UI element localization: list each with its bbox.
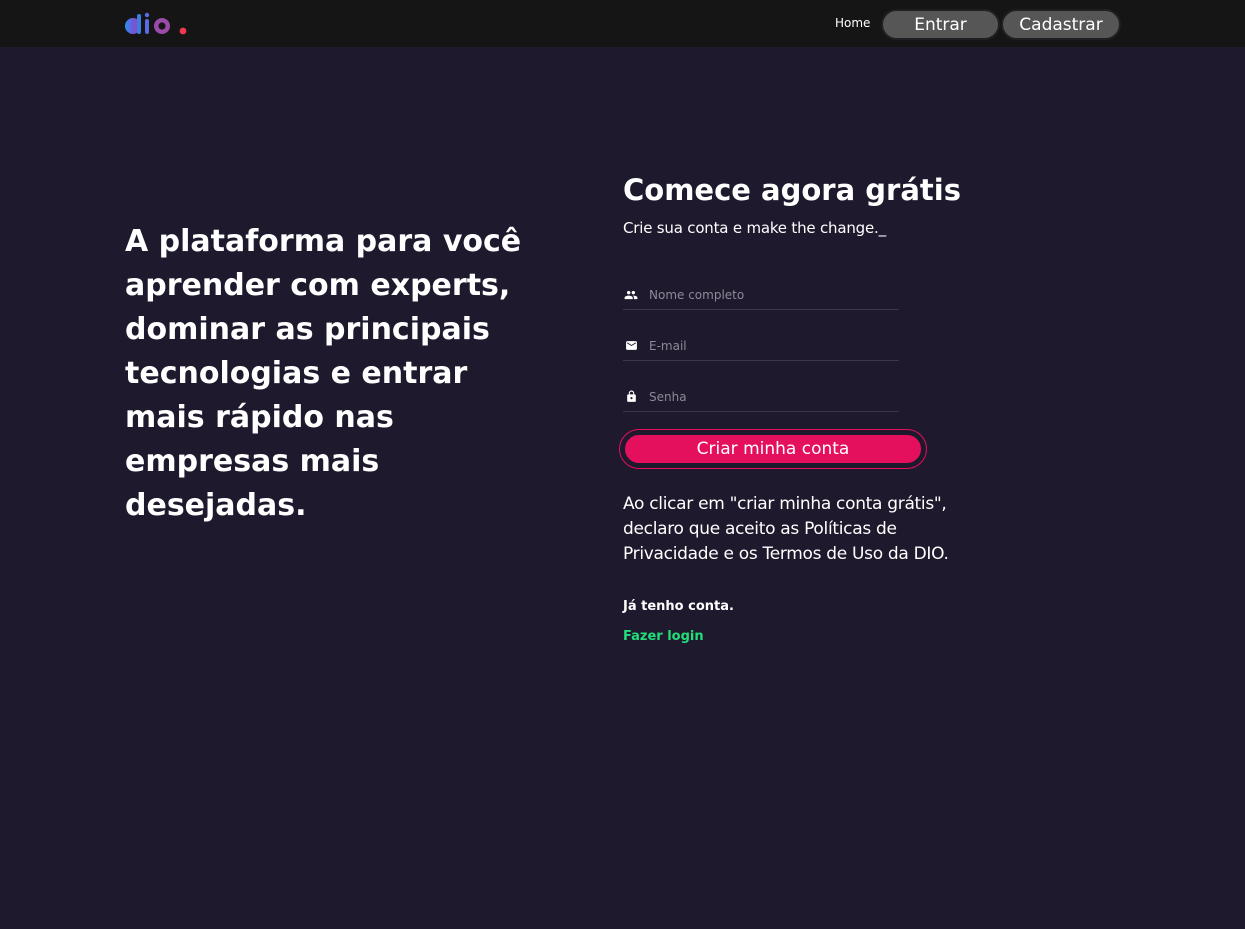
cadastrar-button[interactable]: Cadastrar: [1001, 9, 1121, 40]
email-field: [623, 331, 899, 361]
name-field: [623, 280, 899, 310]
have-account-text: Já tenho conta.: [623, 599, 734, 614]
login-link[interactable]: Fazer login: [623, 629, 704, 644]
form-subtitle: Crie sua conta e make the change._: [623, 219, 886, 237]
password-field: [623, 382, 899, 412]
create-account-button[interactable]: Criar minha conta: [623, 433, 923, 465]
dio-logo[interactable]: [124, 11, 190, 37]
signup-form: Comece agora grátis Crie sua conta e mak…: [619, 170, 983, 644]
name-input[interactable]: [649, 284, 889, 305]
nav-home-link[interactable]: Home: [835, 16, 870, 30]
lock-icon: [623, 389, 639, 405]
mail-icon: [623, 338, 639, 354]
email-input[interactable]: [649, 335, 889, 356]
terms-text: Ao clicar em "criar minha conta grátis",…: [623, 494, 949, 564]
submit-button-outline: Criar minha conta: [619, 429, 927, 469]
top-navbar: Home Entrar Cadastrar: [0, 0, 1245, 47]
hero-headline: A plataforma para você aprender com expe…: [125, 224, 522, 523]
form-title: Comece agora grátis: [623, 173, 961, 207]
password-input[interactable]: [649, 386, 889, 407]
entrar-button[interactable]: Entrar: [881, 9, 1000, 40]
dio-logo-icon: [125, 12, 187, 35]
people-icon: [623, 287, 639, 303]
